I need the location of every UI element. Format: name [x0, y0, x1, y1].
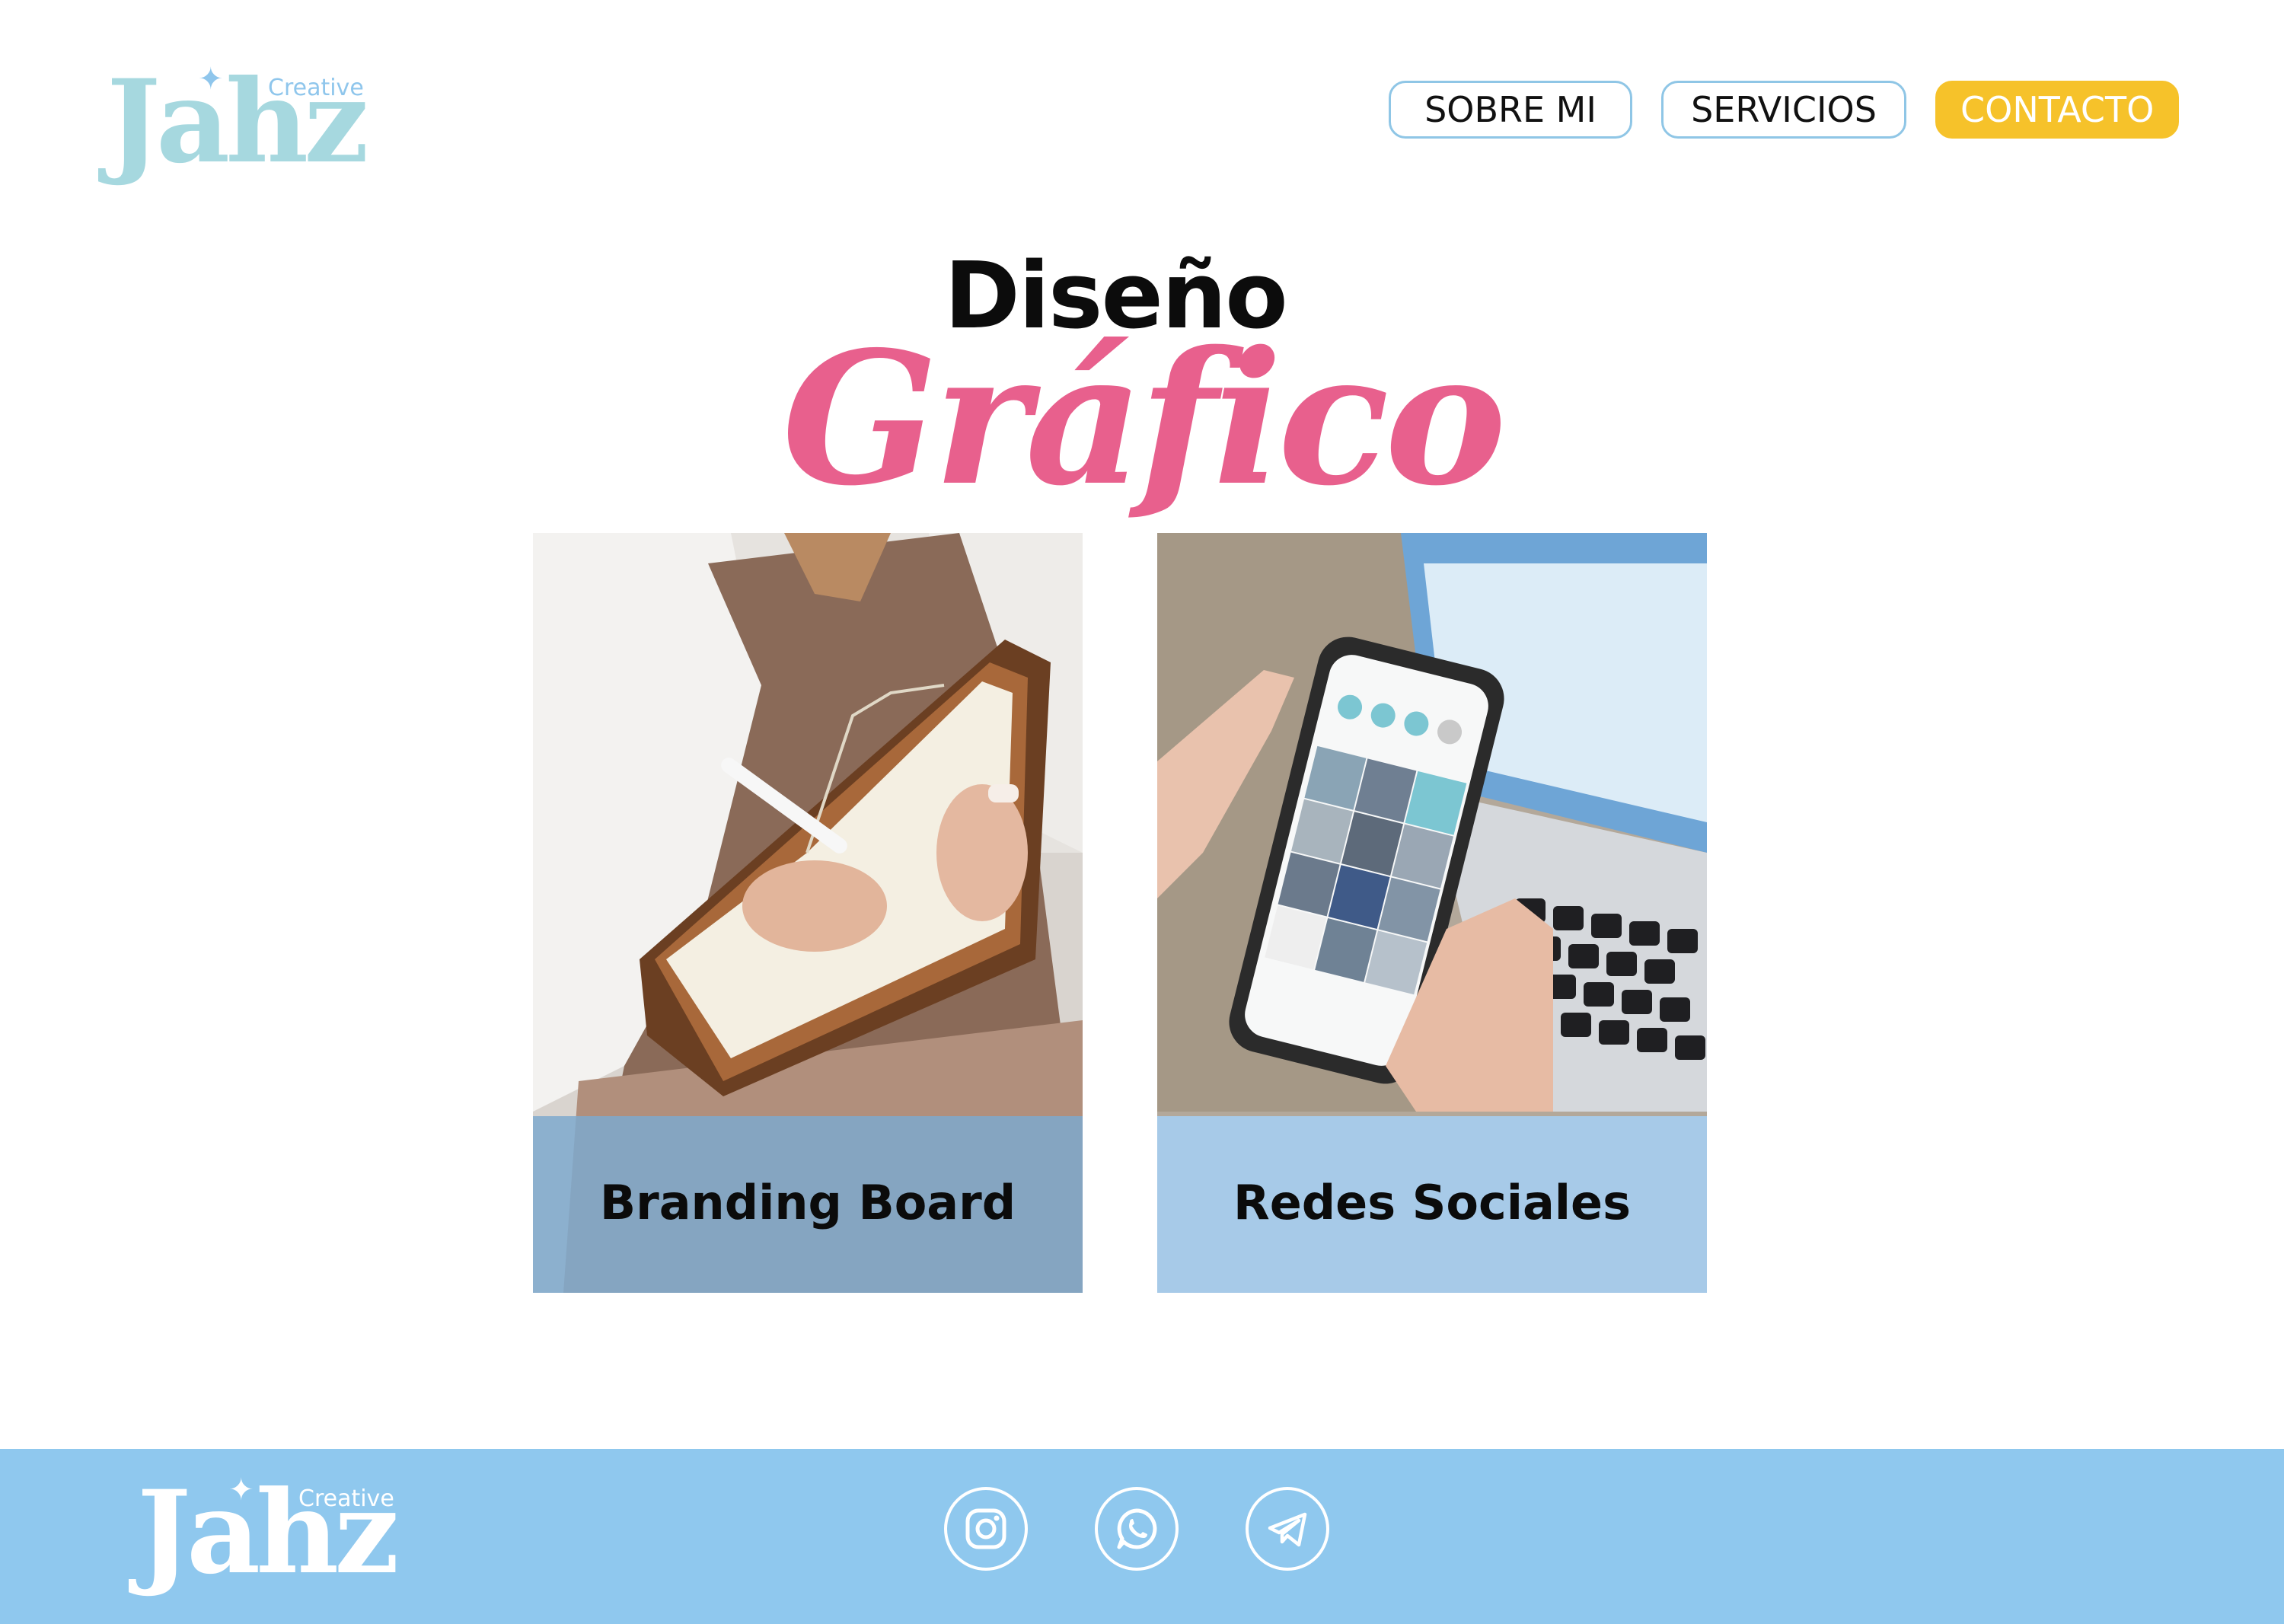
- header-logo[interactable]: Jahz ✦ Creative: [107, 61, 368, 183]
- sparkle-icon: ✦: [198, 62, 224, 97]
- sparkle-icon: ✦: [228, 1472, 254, 1508]
- social-links: [944, 1487, 1329, 1571]
- branding-board-card[interactable]: Branding Board: [533, 533, 1083, 1293]
- main-nav: SOBRE MI SERVICIOS CONTACTO: [1389, 81, 2179, 139]
- instagram-glyph: [965, 1508, 1006, 1549]
- whatsapp-icon[interactable]: [1095, 1487, 1179, 1571]
- redes-sociales-card[interactable]: Redes Sociales: [1157, 533, 1707, 1293]
- footer-logo-subtext: Creative: [298, 1485, 394, 1512]
- footer: Jahz ✦ Creative: [0, 1449, 2284, 1624]
- telegram-icon[interactable]: [1246, 1487, 1329, 1571]
- logo-subtext: Creative: [268, 75, 364, 101]
- instagram-icon[interactable]: [944, 1487, 1028, 1571]
- telegram-glyph: [1268, 1512, 1307, 1547]
- page-title-line2: Gráfico: [782, 311, 1507, 526]
- nav-servicios-button[interactable]: SERVICIOS: [1661, 81, 1906, 139]
- page: Jahz ✦ Creative SOBRE MI SERVICIOS CONTA…: [0, 0, 2284, 1624]
- footer-logo[interactable]: Jahz ✦ Creative: [137, 1472, 399, 1594]
- branding-board-label: Branding Board: [599, 1175, 1016, 1230]
- nav-sobre-mi-button[interactable]: SOBRE MI: [1389, 81, 1632, 139]
- nav-contacto-button[interactable]: CONTACTO: [1935, 81, 2179, 139]
- whatsapp-glyph: [1117, 1508, 1157, 1549]
- redes-sociales-label: Redes Sociales: [1233, 1175, 1631, 1230]
